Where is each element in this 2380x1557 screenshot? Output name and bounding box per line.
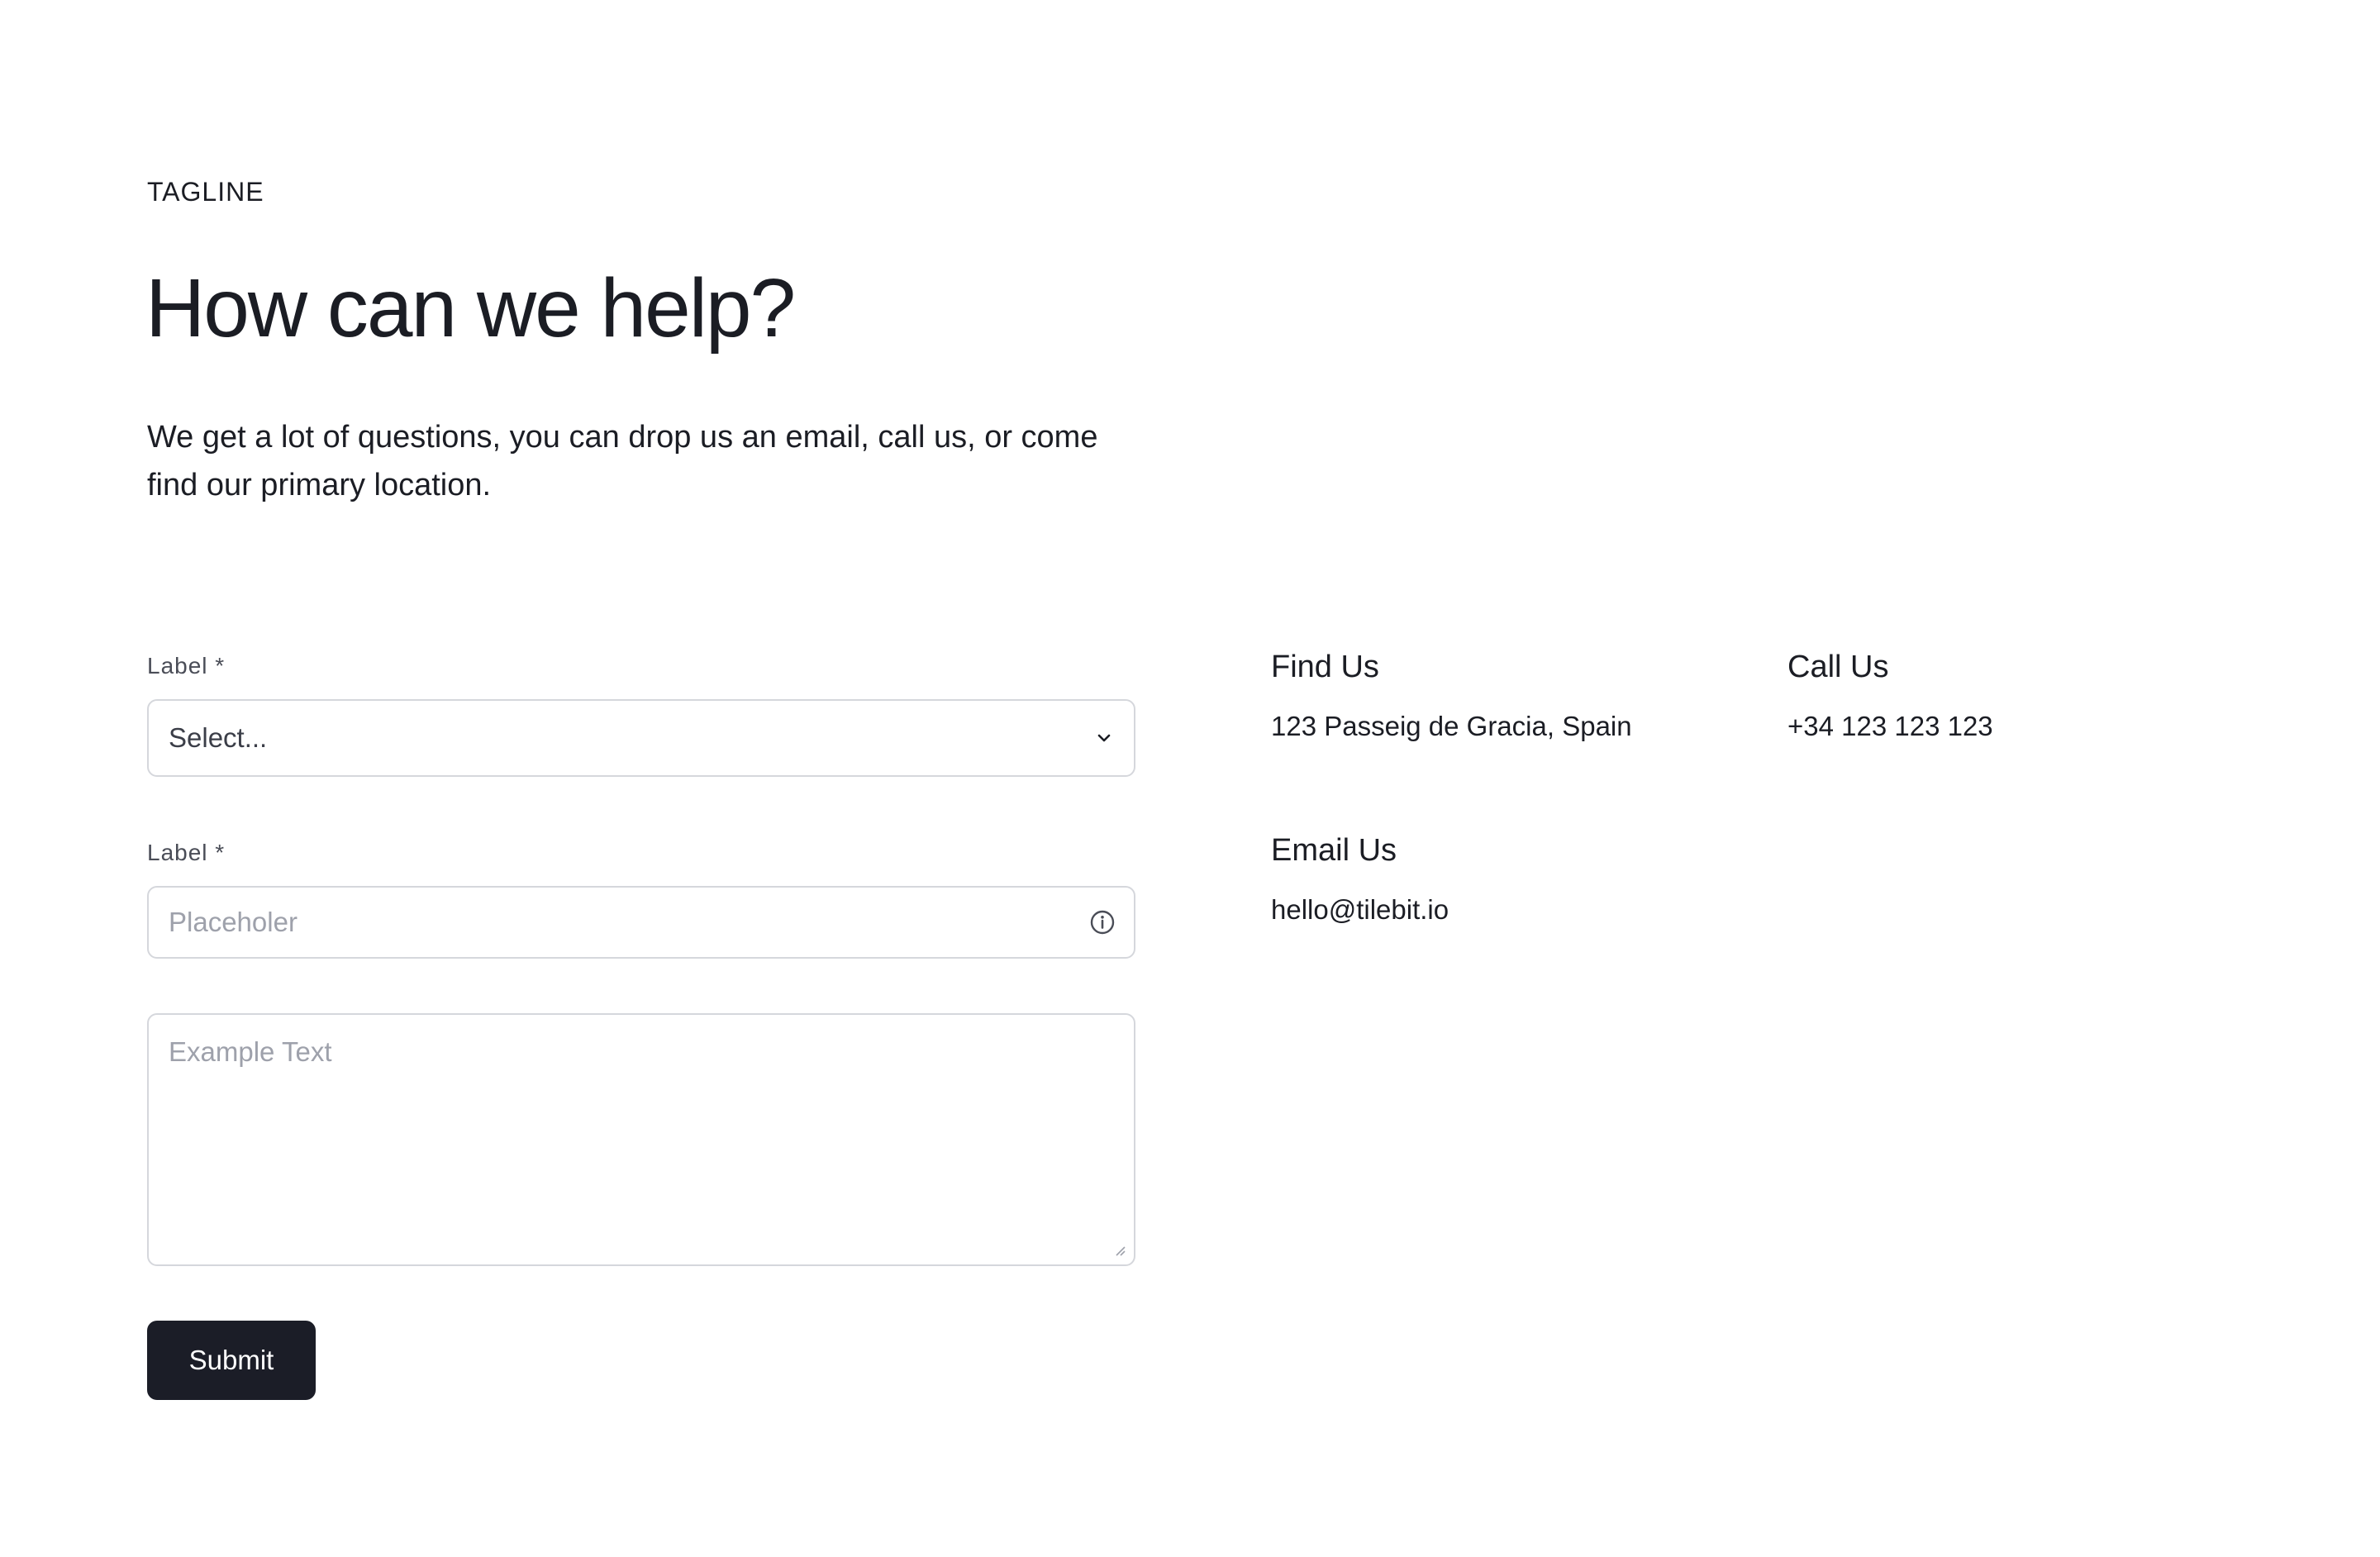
email-us-heading: Email Us (1271, 833, 1397, 868)
find-us-heading: Find Us (1271, 650, 1379, 684)
message-textarea[interactable] (169, 1036, 1114, 1243)
message-textarea-wrapper[interactable] (147, 1013, 1135, 1266)
tagline: TAGLINE (147, 177, 264, 207)
address-text: 123 Passeig de Gracia, Spain (1271, 711, 1632, 741)
email-link[interactable]: hello@tilebit.io (1271, 894, 1449, 926)
submit-button[interactable]: Submit (147, 1321, 316, 1400)
call-us-heading: Call Us (1787, 650, 1889, 684)
phone-link[interactable]: +34 123 123 123 (1787, 711, 1993, 742)
text-input-wrapper[interactable] (147, 886, 1135, 959)
page-title: How can we help? (145, 262, 796, 355)
resize-handle-icon[interactable] (1114, 1245, 1126, 1256)
input-field-label: Label * (147, 840, 226, 865)
category-select[interactable]: Select... (147, 699, 1135, 777)
page-lead-text: We get a lot of questions, you can drop … (147, 420, 1098, 502)
select-field-label: Label * (147, 653, 226, 679)
text-input[interactable] (169, 907, 1089, 938)
select-value: Select... (169, 722, 268, 753)
info-icon[interactable] (1089, 909, 1116, 936)
contact-page: TAGLINE How can we help? We get a lot of… (0, 0, 2380, 1557)
chevron-down-icon (1094, 728, 1114, 748)
